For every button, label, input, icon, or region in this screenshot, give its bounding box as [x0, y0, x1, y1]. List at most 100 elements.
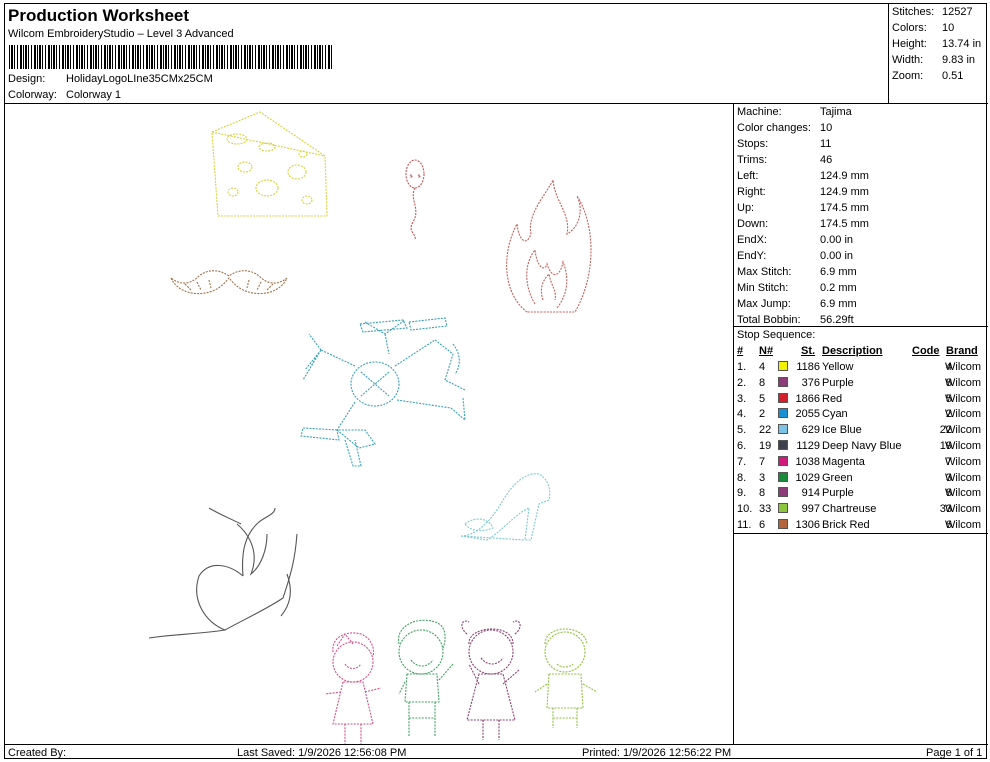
col-stitches: St. [801, 345, 816, 357]
printed-date: Printed: 1/9/2026 12:56:22 PM [582, 747, 732, 759]
row-number: 8. [737, 471, 747, 484]
worksheet-header: Production Worksheet Wilcom EmbroiderySt… [5, 4, 889, 104]
stop-sequence-title: Stop Sequence: [737, 329, 816, 341]
col-num: # [737, 345, 744, 357]
stitch-count: 2055 [795, 408, 820, 421]
stitch-count: 629 [801, 424, 820, 437]
created-by: Created By: [8, 747, 67, 759]
row-number: 11. [737, 519, 752, 531]
info-machine: Machine: Tajima [737, 106, 852, 118]
stop-sequence-row: 3. 5 1866 Red 5 Wilcom [734, 392, 988, 409]
stitch-count: 1038 [795, 455, 820, 468]
stat-height: Height: 13.74 in [892, 38, 982, 50]
girl-pink-motif [324, 632, 382, 744]
stop-sequence-row: 2. 8 376 Purple 8 Wilcom [734, 376, 988, 393]
stitch-count: 1186 [796, 361, 820, 373]
stitch-count: 914 [801, 487, 820, 500]
cheese-motif [211, 111, 328, 217]
worksheet-frame: Production Worksheet Wilcom EmbroiderySt… [4, 3, 988, 760]
stat-stitches: Stitches: 12527 [892, 6, 973, 18]
thread-brand: Wilcom [945, 440, 982, 452]
stop-sequence-row: 6. 19 1129 Deep Navy Blue 19 Wilcom [734, 440, 988, 456]
info-left: Left: 124.9 mm [737, 170, 869, 182]
stitch-count: 1866 [795, 392, 820, 405]
needle-number: 8 [759, 376, 766, 389]
color-description: Brick Red [822, 519, 870, 531]
needle-number: 4 [759, 361, 766, 373]
divider [734, 326, 988, 327]
info-up: Up: 174.5 mm [737, 202, 869, 214]
info-min-stitch: Min Stitch: 0.2 mm [737, 282, 857, 294]
color-swatch [778, 408, 788, 419]
row-number: 5. [737, 424, 747, 437]
color-description: Green [822, 471, 853, 484]
fire-motif [506, 178, 592, 313]
needle-number: 2 [759, 408, 766, 421]
color-swatch [778, 519, 788, 529]
page-number: Page 1 of 1 [926, 747, 983, 759]
needle-number: 33 [759, 503, 772, 516]
row-number: 7. [737, 455, 747, 468]
color-swatch [778, 376, 788, 387]
divider [734, 533, 988, 534]
col-needle: N# [759, 345, 774, 357]
thread-brand: Wilcom [945, 424, 982, 437]
color-description: Magenta [822, 455, 865, 468]
stat-zoom: Zoom: 0.51 [892, 70, 964, 82]
stop-sequence-row: 10. 33 997 Chartreuse 33 Wilcom [734, 503, 988, 519]
thread-brand: Wilcom [945, 361, 982, 373]
thread-brand: Wilcom [945, 487, 982, 500]
color-description: Cyan [822, 408, 848, 421]
row-number: 9. [737, 487, 747, 500]
stat-width: Width: 9.83 in [892, 54, 976, 66]
color-description: Chartreuse [822, 503, 877, 516]
boy-green-motif [398, 619, 454, 736]
barcode [9, 45, 332, 69]
color-description: Red [822, 392, 843, 405]
color-description: Deep Navy Blue [822, 440, 902, 452]
color-swatch [778, 487, 788, 498]
girl-purple-motif [461, 620, 521, 740]
design-preview [5, 104, 734, 744]
stop-sequence-row: 5. 22 629 Ice Blue 22 Wilcom [734, 424, 988, 440]
thread-brand: Wilcom [945, 471, 982, 484]
thread-brand: Wilcom [945, 455, 982, 468]
mustache-motif [170, 270, 288, 295]
stop-sequence-row: 8. 3 1029 Green 3 Wilcom [734, 471, 988, 488]
needle-number: 3 [759, 471, 766, 484]
stat-colors: Colors: 10 [892, 22, 955, 34]
info-max-jump: Max Jump: 6.9 mm [737, 298, 857, 310]
color-description: Purple [822, 376, 854, 389]
design-row: Design: HolidayLogoLIne35CMx25CM [8, 73, 213, 85]
stitch-count: 1029 [795, 471, 820, 484]
col-description: Description [822, 345, 883, 357]
design-name: HolidayLogoLIne35CMx25CM [66, 73, 213, 85]
needle-number: 5 [759, 392, 766, 405]
row-number: 1. [737, 361, 747, 373]
color-description: Purple [822, 487, 854, 500]
shoe-motif [460, 473, 551, 541]
row-number: 4. [737, 408, 747, 421]
stop-sequence-row: 9. 8 914 Purple 8 Wilcom [734, 487, 988, 503]
design-label: Design: [8, 73, 46, 85]
worksheet-footer: Created By: Last Saved: 1/9/2026 12:56:0… [5, 744, 988, 760]
color-swatch [778, 361, 788, 371]
row-number: 3. [737, 392, 747, 405]
info-right: Right: 124.9 mm [737, 186, 869, 198]
color-swatch [778, 392, 788, 403]
thread-brand: Wilcom [945, 503, 982, 516]
stop-sequence-row: 4. 2 2055 Cyan 2 Wilcom [734, 408, 988, 424]
stitch-count: 376 [801, 376, 820, 389]
color-description: Yellow [822, 361, 854, 373]
color-swatch [778, 424, 788, 435]
software-name: Wilcom EmbroideryStudio – Level 3 Advanc… [8, 28, 234, 40]
stop-sequence-row: 7. 7 1038 Magenta 7 Wilcom [734, 455, 988, 472]
color-swatch [778, 455, 788, 466]
color-description: Ice Blue [822, 424, 862, 437]
boy-chartreuse-motif [534, 628, 598, 728]
woman-motif [148, 507, 298, 639]
last-saved: Last Saved: 1/9/2026 12:56:08 PM [237, 747, 407, 759]
design-stats: Stitches: 12527 Colors: 10 Height: 13.74 in… [889, 4, 988, 104]
info-max-stitch: Max Stitch: 6.9 mm [737, 266, 857, 278]
needle-number: 19 [759, 440, 772, 452]
